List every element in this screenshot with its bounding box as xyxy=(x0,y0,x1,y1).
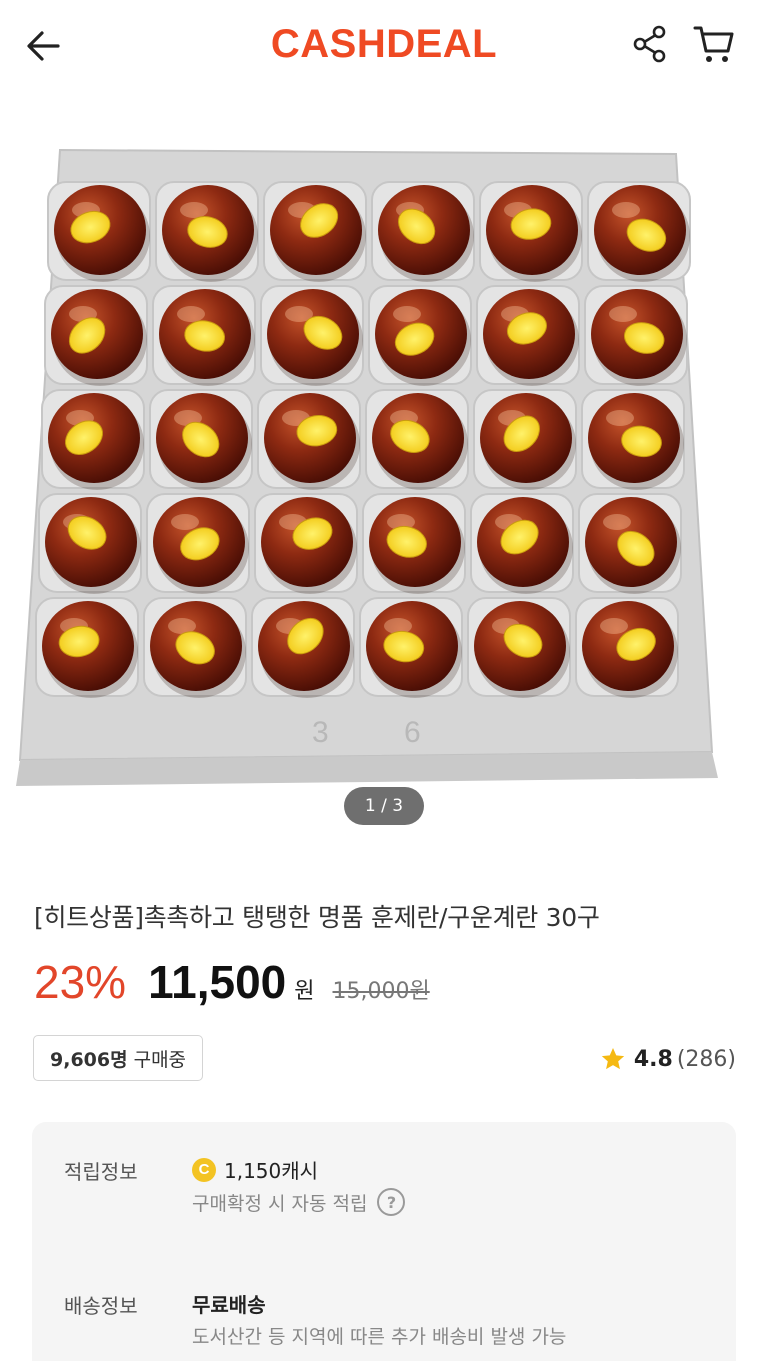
product-image: 3 6 xyxy=(16,148,718,786)
points-note: 구매확정 시 자동 적립 xyxy=(192,1192,368,1215)
cart-icon xyxy=(693,26,734,62)
share-icon xyxy=(633,25,666,63)
discount-rate: 23% xyxy=(34,956,127,1008)
sale-price: 11,500 xyxy=(148,956,287,1008)
cash-coin-icon: C xyxy=(192,1157,216,1182)
price-row: 23% 11,500 원 15,000원 xyxy=(34,955,430,1015)
points-value: 1,150캐시 xyxy=(224,1159,319,1183)
rating-summary[interactable]: 4.8 (286) xyxy=(600,1043,736,1075)
buyers-count: 9,606명 xyxy=(50,1048,128,1071)
points-value-row: C 1,150캐시 xyxy=(192,1155,318,1184)
benefit-info-panel: 적립정보 C 1,150캐시 구매확정 시 자동 적립 ? 배송정보 무료배송 … xyxy=(32,1122,736,1361)
product-title: [히트상품]촉촉하고 탱탱한 명품 훈제란/구운계란 30구 xyxy=(34,903,600,932)
original-price: 15,000원 xyxy=(332,979,430,1004)
star-icon xyxy=(601,1047,625,1070)
points-label: 적립정보 xyxy=(64,1160,138,1184)
shipping-note: 도서산간 등 지역에 따른 추가 배송비 발생 가능 xyxy=(192,1326,567,1348)
top-app-bar: CASHDEAL xyxy=(0,0,768,92)
product-image-gallery[interactable]: 3 6 xyxy=(0,92,768,840)
share-button[interactable] xyxy=(628,22,672,66)
currency-unit: 원 xyxy=(294,979,315,1004)
image-pager-indicator: 1 / 3 xyxy=(344,787,424,825)
tray-mark-3: 3 xyxy=(312,716,329,749)
tray-mark-6: 6 xyxy=(404,716,421,749)
points-note-row: 구매확정 시 자동 적립 ? xyxy=(192,1188,406,1216)
shipping-label: 배송정보 xyxy=(64,1294,138,1318)
cart-button[interactable] xyxy=(690,20,738,68)
review-count: (286) xyxy=(676,1046,736,1072)
help-icon[interactable]: ? xyxy=(377,1188,406,1216)
buyers-label: 구매중 xyxy=(133,1048,187,1071)
rating-score: 4.8 xyxy=(633,1046,673,1072)
buyers-badge: 9,606명 구매중 xyxy=(33,1035,204,1081)
shipping-value: 무료배송 xyxy=(192,1293,266,1317)
